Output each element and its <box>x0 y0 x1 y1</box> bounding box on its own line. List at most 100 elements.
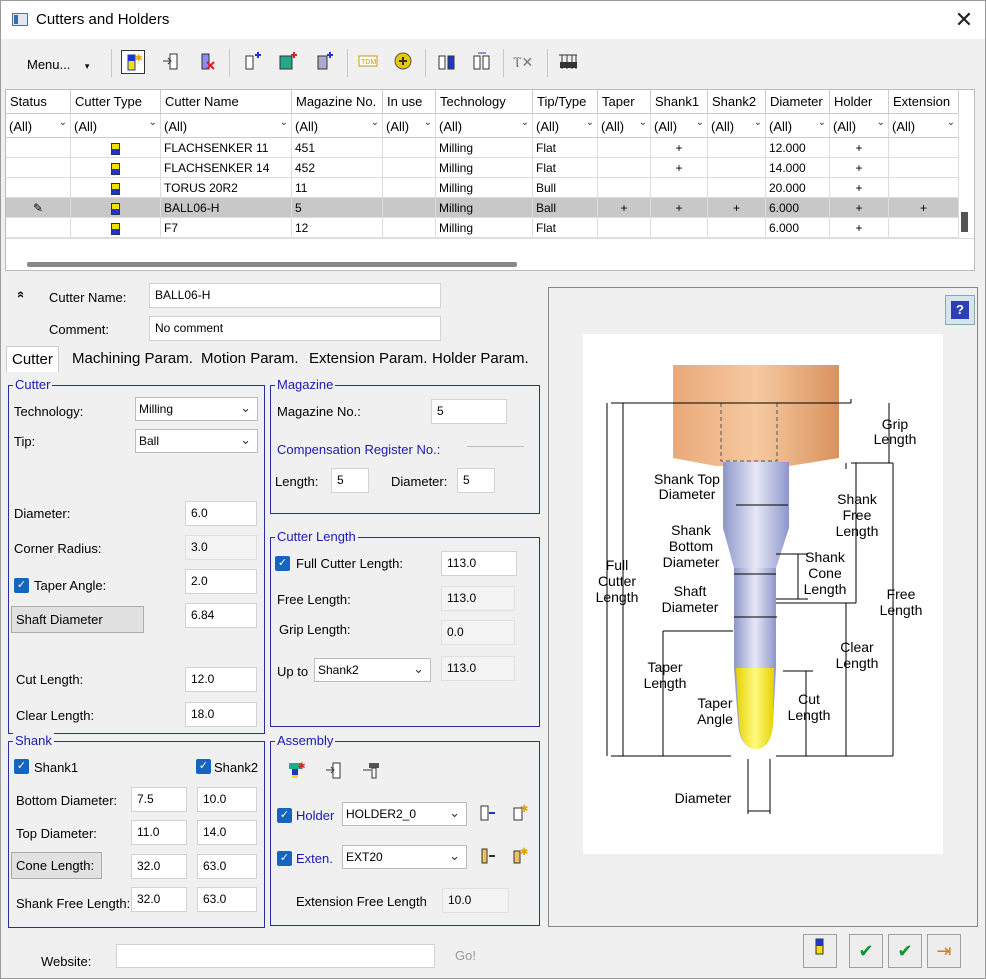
column-filter[interactable]: (All) ⌄ <box>6 114 71 138</box>
column-header[interactable]: Status <box>6 90 71 114</box>
shank2-top-diameter-input[interactable]: 14.0 <box>197 820 257 845</box>
shaft-diameter-input[interactable]: 6.84 <box>185 603 257 628</box>
extension-checkbox[interactable]: ✓ <box>277 851 292 866</box>
assembly-import-icon[interactable] <box>322 759 346 783</box>
column-header[interactable]: Cutter Name <box>161 90 292 114</box>
column-header[interactable]: Cutter Type <box>71 90 161 114</box>
measure-icon[interactable] <box>556 50 580 74</box>
new-cutter-icon[interactable]: ✱ <box>121 50 145 74</box>
tab-motion-param[interactable]: Motion Param. <box>196 346 304 372</box>
holder-import-icon[interactable] <box>475 802 499 826</box>
diameter-input[interactable]: 6.0 <box>185 501 257 526</box>
comp-length-input[interactable]: 5 <box>331 468 369 493</box>
swap-cutter-icon[interactable] <box>469 50 493 74</box>
delete-cutter-icon[interactable] <box>195 50 219 74</box>
go-link[interactable]: Go! <box>455 948 476 963</box>
column-filter[interactable]: (All) ⌄ <box>161 114 292 138</box>
add-extension-icon[interactable] <box>311 50 335 74</box>
shank2-free-length-input[interactable]: 63.0 <box>197 887 257 912</box>
cutter-preview-button[interactable] <box>803 934 837 968</box>
shank1-checkbox[interactable]: ✓ <box>14 759 29 774</box>
shank2-checkbox[interactable]: ✓ <box>196 759 211 774</box>
collapse-icon[interactable]: « <box>14 291 29 298</box>
technology-select[interactable]: Milling ⌄ <box>135 397 258 421</box>
help-icon[interactable]: ? <box>945 295 975 325</box>
comp-diameter-input[interactable]: 5 <box>457 468 495 493</box>
assembly-view-icon[interactable]: ✱ <box>284 759 308 783</box>
holder-new-icon[interactable]: ✱ <box>507 802 531 826</box>
website-input[interactable] <box>116 944 435 968</box>
taper-angle-checkbox[interactable]: ✓ <box>14 578 29 593</box>
close-icon[interactable]: ✕ <box>951 7 977 33</box>
horizontal-scrollbar[interactable] <box>27 262 517 267</box>
tip-select[interactable]: Ball ⌄ <box>135 429 258 453</box>
column-filter[interactable]: (All) ⌄ <box>383 114 436 138</box>
clear-filter-icon[interactable]: Ⲧ✕ <box>511 50 535 74</box>
comment-input[interactable]: No comment <box>149 316 441 341</box>
column-filter[interactable]: (All) ⌄ <box>598 114 651 138</box>
holder-checkbox[interactable]: ✓ <box>277 808 292 823</box>
shank1-top-diameter-input[interactable]: 11.0 <box>131 820 187 845</box>
column-header[interactable]: Holder <box>830 90 889 114</box>
column-filter[interactable]: (All) ⌄ <box>71 114 161 138</box>
shank-group-title: Shank <box>13 733 54 748</box>
column-filter[interactable]: (All) ⌄ <box>533 114 598 138</box>
column-filter[interactable]: (All) ⌄ <box>766 114 830 138</box>
menu-button[interactable]: Menu... ▾ <box>27 57 89 72</box>
tab-machining-param[interactable]: Machining Param. <box>67 346 198 372</box>
column-filter[interactable]: (All) ⌄ <box>830 114 889 138</box>
column-header[interactable]: In use <box>383 90 436 114</box>
shank1-bottom-diameter-input[interactable]: 7.5 <box>131 787 187 812</box>
add-shank-icon[interactable] <box>239 50 263 74</box>
shank2-cone-length-input[interactable]: 63.0 <box>197 854 257 879</box>
ok-button[interactable]: ✔ <box>849 934 883 968</box>
copy-cutter-icon[interactable] <box>434 50 458 74</box>
add-circle-icon[interactable] <box>391 50 415 74</box>
shank1-cone-length-input[interactable]: 32.0 <box>131 854 187 879</box>
column-header[interactable]: Tip/Type <box>533 90 598 114</box>
up-to-select[interactable]: Shank2 ⌄ <box>314 658 431 682</box>
svg-text:Cone: Cone <box>808 565 842 581</box>
column-header[interactable]: Extension <box>889 90 959 114</box>
clear-length-input[interactable]: 18.0 <box>185 702 257 727</box>
shank2-bottom-diameter-input[interactable]: 10.0 <box>197 787 257 812</box>
shank1-free-length-input[interactable]: 32.0 <box>131 887 187 912</box>
column-filter[interactable]: (All) ⌄ <box>292 114 383 138</box>
apply-button[interactable]: ✔ <box>888 934 922 968</box>
table-cell: FLACHSENKER 14 <box>161 158 292 178</box>
add-holder-icon[interactable] <box>275 50 299 74</box>
svg-text:✱: ✱ <box>520 804 528 815</box>
column-filter[interactable]: (All) ⌄ <box>651 114 708 138</box>
tab-cutter[interactable]: Cutter <box>6 346 59 372</box>
holder-select[interactable]: HOLDER2_0 ⌄ <box>342 802 467 826</box>
shaft-diameter-button[interactable]: Shaft Diameter <box>11 606 144 633</box>
magazine-no-input[interactable]: 5 <box>431 399 507 424</box>
tdm-icon[interactable]: TDM <box>356 50 380 74</box>
extension-new-icon[interactable]: ✱ <box>507 845 531 869</box>
column-header[interactable]: Diameter <box>766 90 830 114</box>
column-header[interactable]: Taper <box>598 90 651 114</box>
cutter-name-input[interactable]: BALL06-H <box>149 283 441 308</box>
column-filter[interactable]: (All) ⌄ <box>889 114 959 138</box>
column-header[interactable]: Magazine No. <box>292 90 383 114</box>
exit-button[interactable]: ⇥ <box>927 934 961 968</box>
import-cutter-icon[interactable] <box>159 50 183 74</box>
extension-import-icon[interactable] <box>475 845 499 869</box>
column-header[interactable]: Technology <box>436 90 533 114</box>
magazine-no-label: Magazine No.: <box>277 404 361 419</box>
column-filter[interactable]: (All) ⌄ <box>436 114 533 138</box>
tab-holder-param[interactable]: Holder Param. <box>427 346 534 372</box>
table-cell: + <box>598 198 651 218</box>
column-filter[interactable]: (All) ⌄ <box>708 114 766 138</box>
tab-extension-param[interactable]: Extension Param. <box>304 346 432 372</box>
column-header[interactable]: Shank2 <box>708 90 766 114</box>
full-cutter-length-input[interactable]: 113.0 <box>441 551 517 576</box>
column-header[interactable]: Shank1 <box>651 90 708 114</box>
taper-angle-input[interactable]: 2.0 <box>185 569 257 594</box>
extension-select[interactable]: EXT20 ⌄ <box>342 845 467 869</box>
cone-length-button[interactable]: Cone Length: <box>11 852 102 879</box>
vertical-scrollbar[interactable] <box>961 212 968 232</box>
cut-length-input[interactable]: 12.0 <box>185 667 257 692</box>
assembly-export-icon[interactable] <box>360 759 384 783</box>
full-cutter-length-checkbox[interactable]: ✓ <box>275 556 290 571</box>
